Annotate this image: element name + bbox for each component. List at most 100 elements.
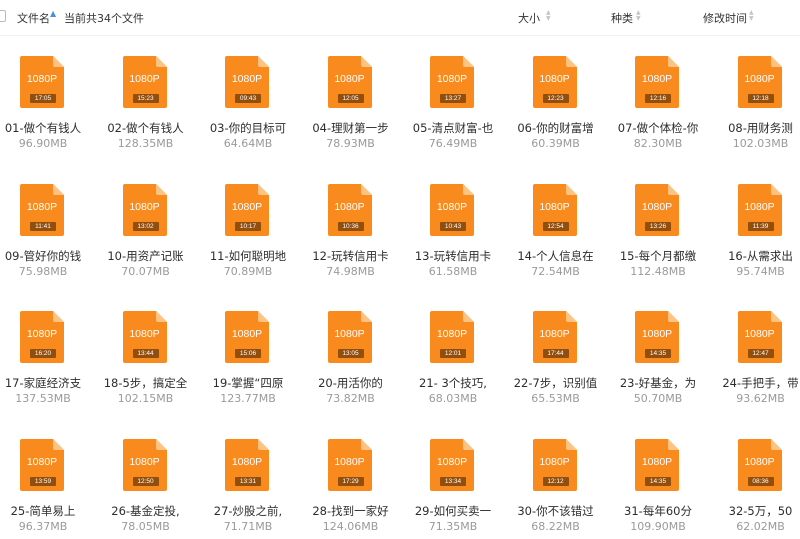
- video-file-icon: 1080P10:43: [430, 184, 480, 234]
- resolution-label: 1080P: [123, 328, 167, 340]
- file-size: 76.49MB: [398, 137, 508, 150]
- duration-badge: 13:44: [133, 349, 159, 358]
- resolution-label: 1080P: [635, 328, 679, 340]
- resolution-label: 1080P: [430, 73, 474, 85]
- file-item[interactable]: 1080P13:0520-用活你的73.82MB: [296, 291, 396, 411]
- select-all-checkbox[interactable]: [0, 10, 6, 22]
- file-size: 128.35MB: [91, 137, 201, 150]
- file-item[interactable]: 1080P12:0121- 3个技巧,68.03MB: [398, 291, 498, 411]
- resolution-label: 1080P: [20, 73, 64, 85]
- file-size: 50.70MB: [603, 392, 713, 405]
- file-size: 112.48MB: [603, 265, 713, 278]
- file-item[interactable]: 1080P17:2928-找到一家好124.06MB: [296, 419, 396, 539]
- resolution-label: 1080P: [328, 328, 372, 340]
- video-file-icon: 1080P11:41: [20, 184, 70, 234]
- resolution-label: 1080P: [328, 201, 372, 213]
- file-item[interactable]: 1080P14:3523-好基金，为50.70MB: [603, 291, 703, 411]
- file-list-header: 文件名 ▲ 当前共34个文件 大小 ▲▼ 种类 ▲▼ 修改时间 ▲▼: [0, 0, 800, 36]
- file-name: 07-做个体检-你: [603, 120, 713, 136]
- file-item[interactable]: 1080P15:0619-掌握“四原123.77MB: [193, 291, 293, 411]
- file-name: 11-如何聪明地: [193, 248, 303, 264]
- file-name: 21- 3个技巧,: [398, 375, 508, 391]
- file-item[interactable]: 1080P12:2306-你的财富增60.39MB: [501, 36, 601, 156]
- duration-badge: 09:43: [235, 94, 261, 103]
- video-file-icon: 1080P12:18: [738, 56, 788, 106]
- video-file-icon: 1080P 12:50: [123, 439, 173, 489]
- resolution-label: 1080P: [533, 328, 577, 340]
- duration-badge: 12:18: [748, 94, 774, 103]
- resolution-label: 1080P: [20, 201, 64, 213]
- sort-toggle-icon[interactable]: ▲▼: [546, 10, 553, 22]
- file-item[interactable]: 1080P12:1808-用财务测102.03MB: [706, 36, 800, 156]
- duration-badge: 17:44: [543, 349, 569, 358]
- resolution-label: 1080P: [738, 328, 782, 340]
- resolution-label: 1080P: [225, 73, 269, 85]
- file-name: 14-个人信息在: [501, 248, 611, 264]
- file-item[interactable]: 1080P14:3531-每年60分109.90MB: [603, 419, 703, 539]
- duration-badge: 13:59: [30, 477, 56, 486]
- video-file-icon: 1080P11:39: [738, 184, 788, 234]
- resolution-label: 1080P: [738, 201, 782, 213]
- sort-toggle-icon[interactable]: ▲▼: [636, 10, 643, 22]
- file-size: 137.53MB: [0, 392, 98, 405]
- file-item[interactable]: 1080P13:0210-用资产记账70.07MB: [91, 164, 191, 284]
- video-file-icon: 1080P 10:36: [328, 184, 378, 234]
- file-item[interactable]: 1080P12:0504-理财第一步78.93MB: [296, 36, 396, 156]
- sort-toggle-icon[interactable]: ▲▼: [749, 10, 756, 22]
- file-item[interactable]: 1080P11:4109-管好你的钱75.98MB: [0, 164, 88, 284]
- duration-badge: 12:01: [440, 349, 466, 358]
- file-name: 10-用资产记账: [91, 248, 201, 264]
- file-item[interactable]: 1080P13:3429-如何买卖一71.35MB: [398, 419, 498, 539]
- file-item[interactable]: 1080P12:5414-个人信息在72.54MB: [501, 164, 601, 284]
- file-item[interactable]: 1080P13:5925-简单易上96.37MB: [0, 419, 88, 539]
- file-name: 15-每个月都缴: [603, 248, 713, 264]
- video-file-icon: 1080P16:20: [20, 311, 70, 361]
- file-item[interactable]: 1080P16:2017-家庭经济支137.53MB: [0, 291, 88, 411]
- file-size: 123.77MB: [193, 392, 303, 405]
- file-name: 06-你的财富增: [501, 120, 611, 136]
- file-item[interactable]: 1080P17:4422-7步，识别值65.53MB: [501, 291, 601, 411]
- file-item[interactable]: 1080P17:0501-做个有钱人96.90MB: [0, 36, 88, 156]
- column-header-name[interactable]: 文件名: [17, 10, 50, 26]
- file-item[interactable]: 1080P10:4313-玩转信用卡61.58MB: [398, 164, 498, 284]
- duration-badge: 14:35: [645, 349, 671, 358]
- file-item[interactable]: 1080P12:4724-手把手，带93.62MB: [706, 291, 800, 411]
- video-file-icon: 1080P12:54: [533, 184, 583, 234]
- file-item[interactable]: 1080P13:3127-炒股之前,71.71MB: [193, 419, 293, 539]
- sort-ascending-icon[interactable]: ▲: [50, 9, 56, 18]
- duration-badge: 15:06: [235, 349, 261, 358]
- resolution-label: 1080P: [123, 456, 167, 468]
- file-name: 24-手把手，带: [706, 375, 800, 391]
- resolution-label: 1080P: [225, 201, 269, 213]
- video-file-icon: 1080P13:26: [635, 184, 685, 234]
- file-item[interactable]: 1080P09:4303-你的目标可64.64MB: [193, 36, 293, 156]
- file-item[interactable]: 1080P10:1711-如何聪明地70.89MB: [193, 164, 293, 284]
- file-item[interactable]: 1080P10:3612-玩转信用卡74.98MB: [296, 164, 396, 284]
- video-file-icon: 1080P12:01: [430, 311, 480, 361]
- file-item[interactable]: 1080P13:4418-5步，搞定全102.15MB: [91, 291, 191, 411]
- resolution-label: 1080P: [738, 456, 782, 468]
- resolution-label: 1080P: [430, 201, 474, 213]
- file-item[interactable]: 1080P12:1230-你不该错过68.22MB: [501, 419, 601, 539]
- file-name: 12-玩转信用卡: [296, 248, 406, 264]
- file-item[interactable]: 1080P12:5026-基金定投,78.05MB: [91, 419, 191, 539]
- file-item[interactable]: 1080P13:2705-清点财富-也76.49MB: [398, 36, 498, 156]
- file-item[interactable]: 1080P11:3916-从需求出95.74MB: [706, 164, 800, 284]
- file-item[interactable]: 1080P13:2615-每个月都缴112.48MB: [603, 164, 703, 284]
- file-item[interactable]: 1080P08:3632-5万，5062.02MB: [706, 419, 800, 539]
- video-file-icon: 1080P 13:44: [123, 311, 173, 361]
- column-header-modified[interactable]: 修改时间: [703, 10, 747, 26]
- file-size: 82.30MB: [603, 137, 713, 150]
- duration-badge: 14:35: [645, 477, 671, 486]
- column-header-kind[interactable]: 种类: [611, 10, 633, 26]
- file-size: 109.90MB: [603, 520, 713, 533]
- file-item[interactable]: 1080P12:1607-做个体检-你82.30MB: [603, 36, 703, 156]
- duration-badge: 10:36: [338, 222, 364, 231]
- column-header-size[interactable]: 大小: [518, 10, 540, 26]
- file-size: 68.03MB: [398, 392, 508, 405]
- file-item[interactable]: 1080P15:2302-做个有钱人128.35MB: [91, 36, 191, 156]
- resolution-label: 1080P: [328, 456, 372, 468]
- duration-badge: 17:05: [30, 94, 56, 103]
- video-file-icon: 1080P13:27: [430, 56, 480, 106]
- duration-badge: 12:50: [133, 477, 159, 486]
